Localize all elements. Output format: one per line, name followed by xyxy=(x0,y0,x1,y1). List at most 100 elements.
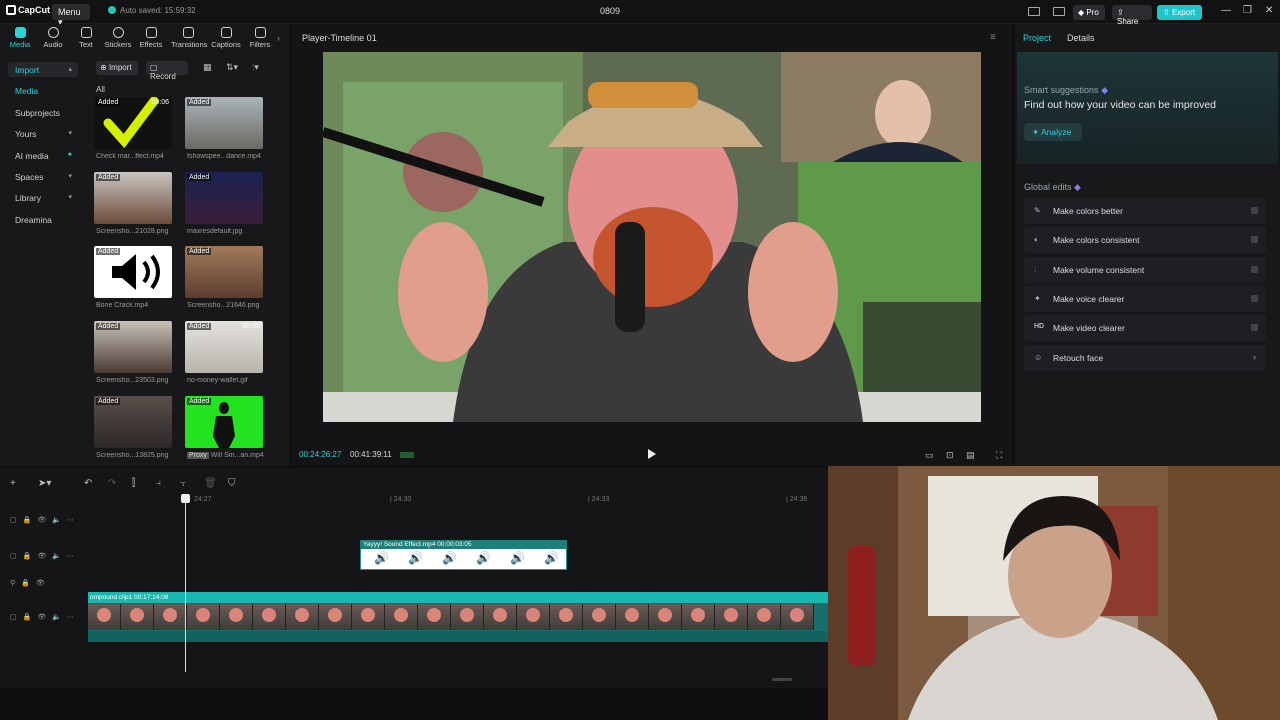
nav-ai-media[interactable]: AI media ● xyxy=(8,148,78,163)
edit-retouch-face[interactable]: ☺ Retouch face › xyxy=(1024,345,1266,371)
tool-text[interactable]: Text xyxy=(69,27,103,49)
filter-icon[interactable]: ⫶▾ xyxy=(252,62,259,73)
media-thumb[interactable]: Added xyxy=(185,97,263,149)
nav-library[interactable]: Library ▾ xyxy=(8,190,78,205)
media-thumb[interactable]: Added xyxy=(185,246,263,298)
tool-media[interactable]: Media xyxy=(3,27,37,49)
media-thumb[interactable]: Added xyxy=(94,246,172,298)
track-controls[interactable]: ▢🔒👁🔈⋯ xyxy=(10,613,80,621)
toggle-icon[interactable] xyxy=(1251,236,1258,243)
toggle-icon[interactable] xyxy=(1251,266,1258,273)
sort-icon[interactable]: ⇅▾ xyxy=(226,62,238,73)
analyze-button[interactable]: ✦ Analyze xyxy=(1024,123,1082,141)
ratio-icon[interactable]: ▭ xyxy=(925,450,934,461)
ruler-tick: 24:27 xyxy=(194,496,212,503)
tool-effects[interactable]: Effects xyxy=(134,27,168,49)
media-thumb[interactable]: Added xyxy=(94,396,172,448)
screenshot-icon[interactable]: ⊡ xyxy=(946,450,954,461)
close-icon[interactable]: ✕ xyxy=(1265,5,1273,16)
layout-icon[interactable] xyxy=(1028,7,1040,16)
webcam-feed xyxy=(828,466,1280,720)
clip-frame-face xyxy=(460,608,474,622)
app-name: CapCut xyxy=(18,5,50,15)
thumb-caption: no-money-wallet.gif xyxy=(187,377,248,384)
edit-make-colors-better[interactable]: ✎ Make colors better xyxy=(1024,198,1266,224)
select-tool-icon[interactable]: ➤▾ xyxy=(38,478,51,489)
nav-dreamina[interactable]: Dreamina xyxy=(8,212,78,227)
add-track-icon[interactable]: + xyxy=(10,478,16,489)
voice-icon: ✦ xyxy=(1034,294,1041,303)
transitions-icon xyxy=(182,27,194,38)
playhead-handle[interactable] xyxy=(181,494,190,503)
filters-icon xyxy=(254,27,266,38)
playhead[interactable] xyxy=(185,494,186,672)
edit-make-voice-clearer[interactable]: ✦ Make voice clearer xyxy=(1024,286,1266,312)
track-controls[interactable]: ▢🔒👁🔈⋯ xyxy=(10,552,80,560)
media-thumb[interactable]: Added xyxy=(185,396,263,448)
tab-project[interactable]: Project xyxy=(1023,33,1051,43)
media-thumb[interactable]: Added 00:05 xyxy=(185,321,263,373)
webcam-overlay xyxy=(828,466,1280,720)
global-edits-title: Global edits ◆ xyxy=(1024,182,1081,193)
edit-make-video-clearer[interactable]: HD Make video clearer xyxy=(1024,315,1266,341)
added-tag: Added xyxy=(96,174,121,181)
record-label: Record xyxy=(150,72,176,81)
split-left-icon[interactable]: ⫞ xyxy=(156,478,161,489)
nav-import[interactable]: Import ▴ xyxy=(8,62,78,77)
clip-frame xyxy=(385,604,418,630)
marker-icon[interactable]: ⛉ xyxy=(228,478,236,489)
tool-filters[interactable]: Filters xyxy=(243,27,277,49)
export-button[interactable]: ⇧ Export xyxy=(1157,5,1202,20)
tab-details[interactable]: Details xyxy=(1067,33,1095,43)
track-controls[interactable]: ⚲🔒👁 xyxy=(10,579,51,587)
tool-transitions[interactable]: Transitions xyxy=(171,27,207,49)
import-button[interactable]: ⊕ Import xyxy=(96,61,138,75)
tool-stickers[interactable]: Stickers xyxy=(101,27,135,49)
nav-label: AI media xyxy=(15,151,49,161)
record-button[interactable]: ▢ Record xyxy=(146,61,188,81)
split-right-icon[interactable]: ⫟ xyxy=(180,478,186,489)
video-preview[interactable] xyxy=(323,52,981,422)
player-menu-icon[interactable]: ≡ xyxy=(990,32,996,43)
pro-button[interactable]: ◆ Pro xyxy=(1073,5,1105,20)
share-button[interactable]: ⇪ Share xyxy=(1112,5,1152,26)
tool-label: Effects xyxy=(139,40,163,49)
tool-captions[interactable]: Captions xyxy=(209,27,243,49)
nav-yours[interactable]: Yours ▾ xyxy=(8,126,78,141)
maximize-icon[interactable]: ❐ xyxy=(1243,5,1252,16)
shortcut-icon[interactable] xyxy=(1053,7,1065,16)
undo-icon[interactable]: ↶ xyxy=(84,478,92,489)
toggle-icon[interactable] xyxy=(1251,295,1258,302)
media-thumb[interactable]: Added 00:06 xyxy=(94,97,172,149)
quality-icon[interactable]: ▤ xyxy=(966,450,975,461)
minimize-icon[interactable]: — xyxy=(1221,5,1231,16)
thumb-caption: Check mar...ffect.mp4 xyxy=(96,153,164,160)
tool-audio[interactable]: Audio xyxy=(36,27,70,49)
video-frame xyxy=(323,52,981,422)
edit-make-colors-consistent[interactable]: ◐ Make colors consistent xyxy=(1024,227,1266,253)
redo-icon[interactable]: ↷ xyxy=(108,478,116,489)
nav-subprojects[interactable]: Subprojects xyxy=(8,105,78,120)
grid-view-icon[interactable]: ▦ xyxy=(203,62,212,73)
tool-label: Captions xyxy=(211,40,241,49)
clip-frame-face xyxy=(262,608,276,622)
menu-button[interactable]: Menu ▾ xyxy=(52,4,90,27)
edit-make-volume-consistent[interactable]: ⫶ Make volume consistent xyxy=(1024,257,1266,283)
media-thumb[interactable]: Added xyxy=(94,321,172,373)
chevron-right-icon: › xyxy=(1253,352,1256,362)
track-controls[interactable]: ▢🔒👁🔈⋯ xyxy=(10,516,80,524)
play-icon[interactable] xyxy=(648,449,656,459)
menu-label: Menu xyxy=(58,7,81,17)
chevron-right-icon[interactable]: › xyxy=(277,33,280,43)
split-icon[interactable]: ⫿ xyxy=(132,478,135,489)
filter-all[interactable]: All xyxy=(96,85,105,94)
nav-media[interactable]: Media xyxy=(8,83,78,98)
toggle-icon[interactable] xyxy=(1251,324,1258,331)
nav-spaces[interactable]: Spaces ▾ xyxy=(8,169,78,184)
media-thumb[interactable]: Added xyxy=(185,172,263,224)
horizontal-scrollbar[interactable] xyxy=(772,678,792,681)
media-thumb[interactable]: Added xyxy=(94,172,172,224)
fullscreen-icon[interactable]: ⛶ xyxy=(996,450,1002,461)
toggle-icon[interactable] xyxy=(1251,207,1258,214)
delete-icon[interactable]: 🗑 xyxy=(204,478,217,489)
